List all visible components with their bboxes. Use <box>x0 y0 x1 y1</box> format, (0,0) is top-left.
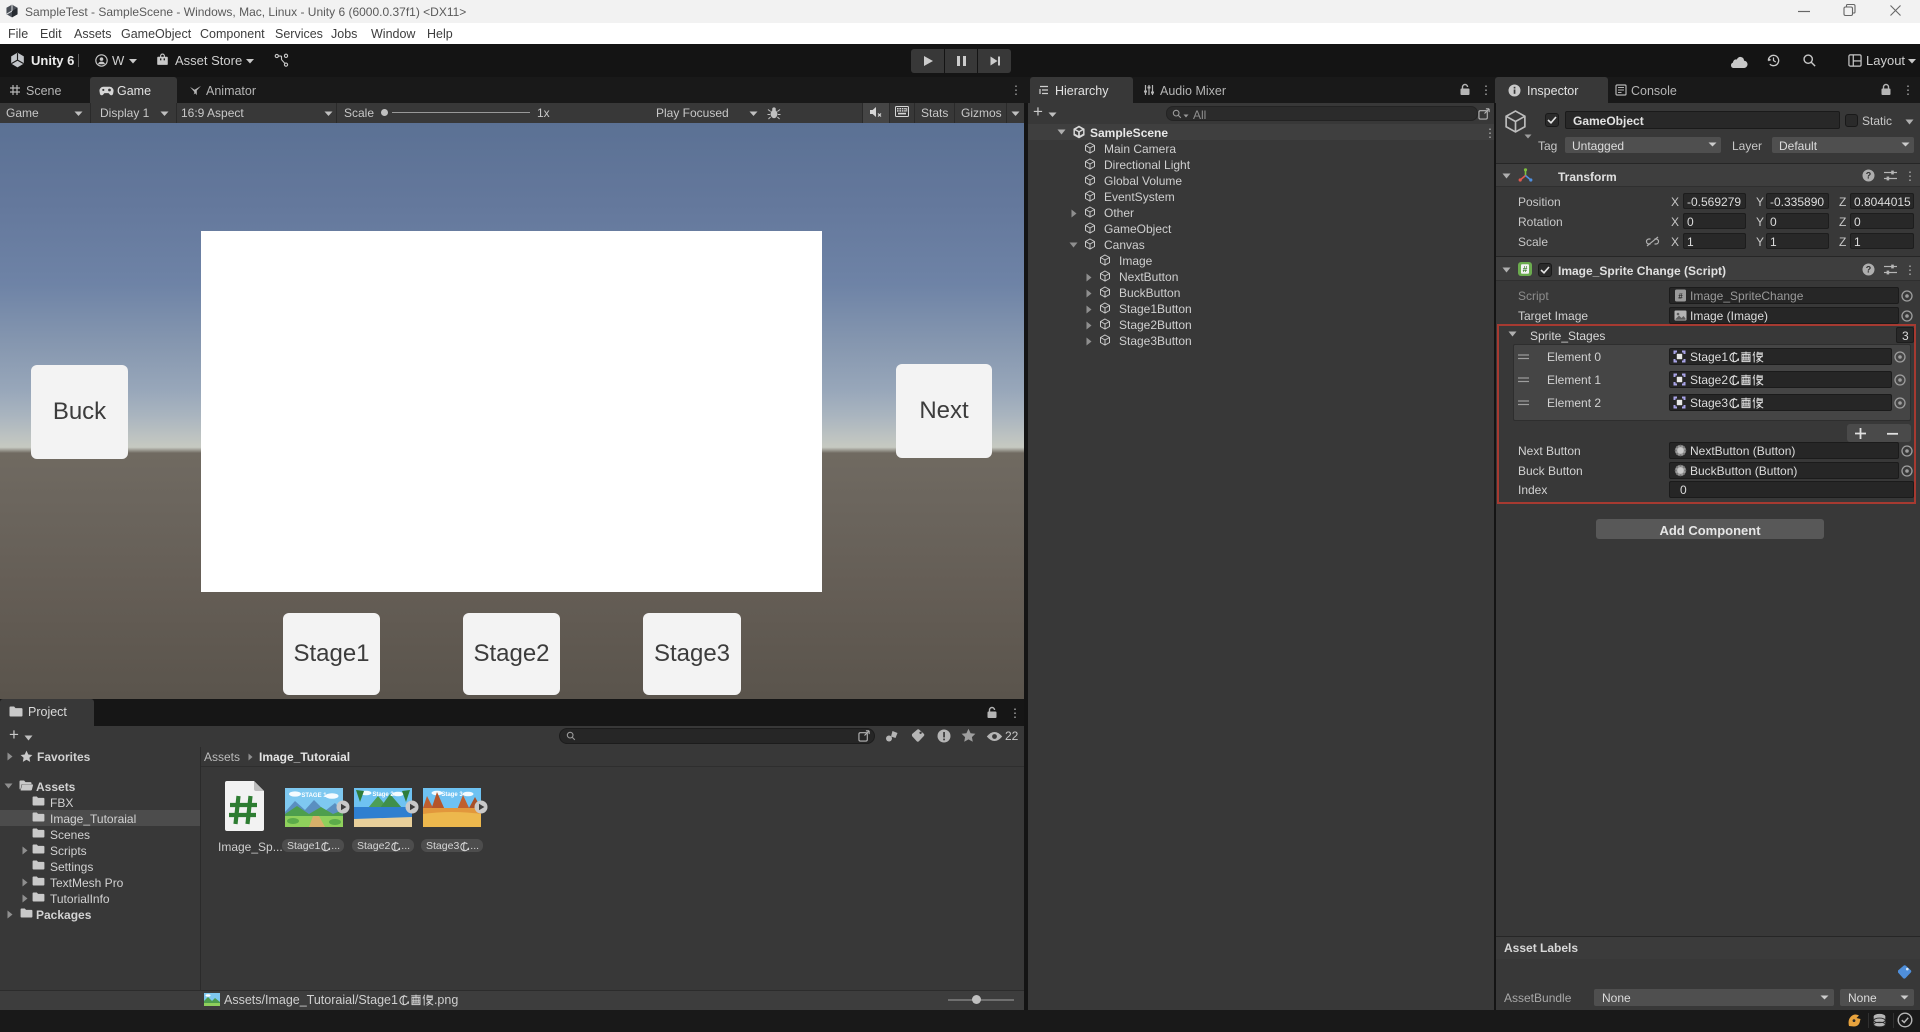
svg-text:#: # <box>1678 292 1683 301</box>
svg-text:?: ? <box>1866 171 1872 181</box>
svg-text:#: # <box>1523 264 1528 274</box>
svg-text:STAGE 1: STAGE 1 <box>301 793 327 799</box>
svg-text:Stage 3: Stage 3 <box>441 792 463 798</box>
svg-text:?: ? <box>1866 265 1872 275</box>
svg-text:Stage 2: Stage 2 <box>372 792 394 798</box>
